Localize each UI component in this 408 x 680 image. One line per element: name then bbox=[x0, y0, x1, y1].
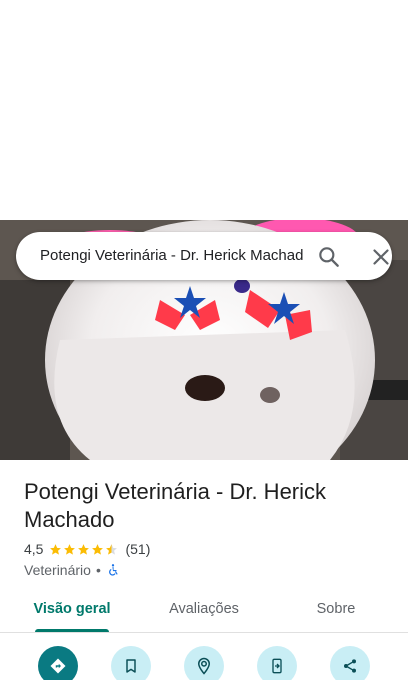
active-tab-indicator bbox=[35, 629, 109, 632]
share-icon bbox=[344, 659, 356, 673]
place-title: Potengi Veterinária - Dr. Herick Machado bbox=[24, 479, 327, 532]
tab-overview[interactable]: Visão geral bbox=[20, 592, 124, 632]
search-input[interactable]: Potengi Veterinária - Dr. Herick Machado bbox=[40, 232, 304, 280]
star-icon bbox=[92, 543, 104, 555]
review-count[interactable]: (51) bbox=[125, 541, 150, 557]
rating-value: 4,5 bbox=[24, 541, 44, 557]
rating-stars bbox=[49, 543, 119, 556]
action-buttons-row bbox=[0, 646, 408, 680]
share-button[interactable] bbox=[330, 646, 370, 680]
star-half-icon bbox=[106, 543, 118, 555]
search-bar[interactable]: Potengi Veterinária - Dr. Herick Machado bbox=[16, 232, 392, 280]
close-icon[interactable] bbox=[368, 244, 394, 270]
wheelchair-icon bbox=[106, 563, 120, 577]
category-row: Veterinário • bbox=[24, 561, 120, 579]
save-button[interactable] bbox=[111, 646, 151, 680]
send-to-phone-icon bbox=[272, 658, 282, 674]
tab-reviews[interactable]: Avaliações bbox=[152, 592, 256, 632]
tab-about[interactable]: Sobre bbox=[284, 592, 388, 632]
tab-bar: Visão geral Avaliações Sobre bbox=[0, 592, 408, 633]
directions-icon bbox=[50, 658, 66, 674]
star-icon bbox=[78, 543, 90, 555]
send-to-phone-button[interactable] bbox=[257, 646, 297, 680]
nearby-button[interactable] bbox=[184, 646, 224, 680]
search-icon[interactable] bbox=[316, 244, 342, 270]
bookmark-icon bbox=[126, 659, 136, 673]
category-label: Veterinário bbox=[24, 562, 91, 578]
rating-row[interactable]: 4,5 (51) bbox=[24, 540, 150, 558]
nearby-icon bbox=[197, 657, 211, 675]
star-icon bbox=[64, 543, 76, 555]
separator-dot: • bbox=[95, 562, 101, 578]
star-icon bbox=[50, 543, 62, 555]
directions-button[interactable] bbox=[38, 646, 78, 680]
map-area-blank bbox=[0, 0, 408, 220]
